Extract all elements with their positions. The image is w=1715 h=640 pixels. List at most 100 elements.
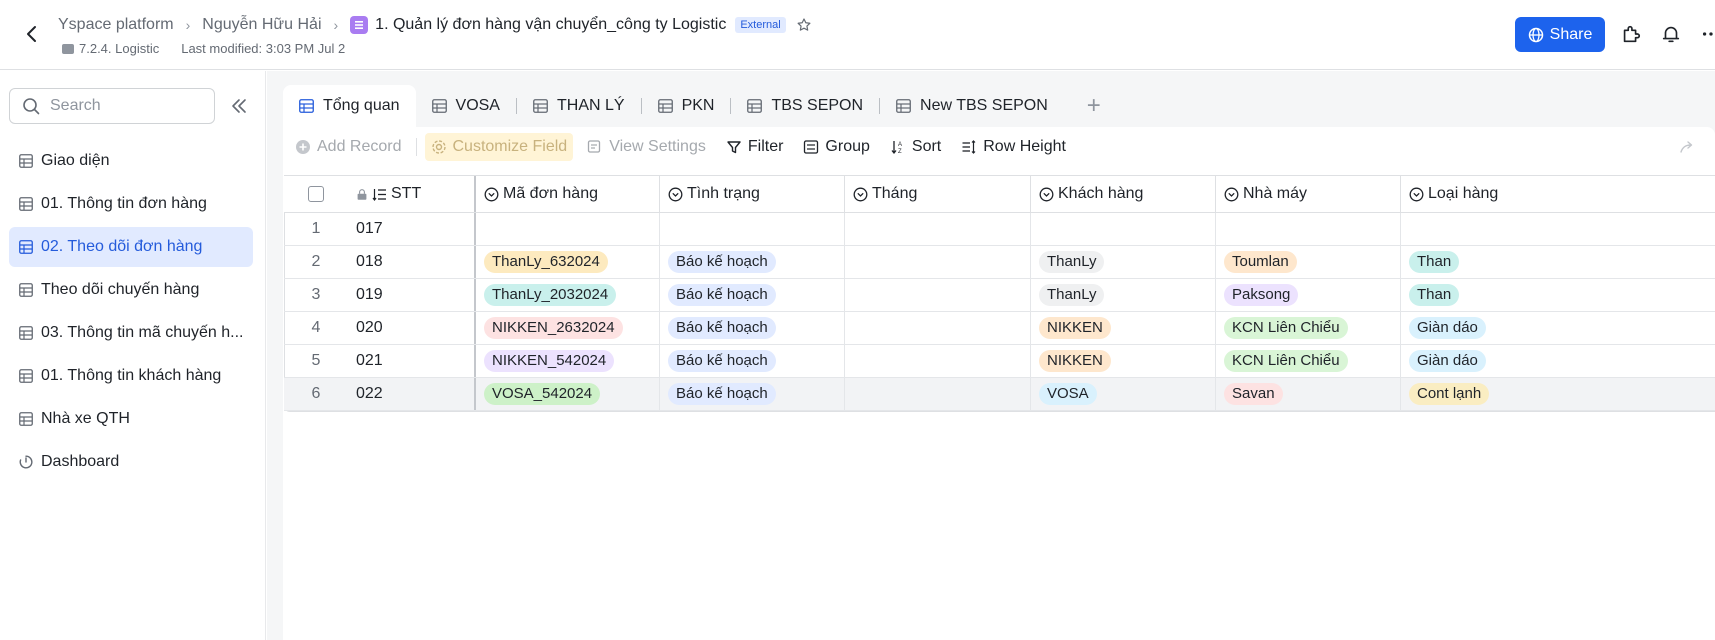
cell-cargo-type[interactable]: Than — [1400, 279, 1715, 311]
sort-button[interactable]: AZ Sort — [884, 133, 947, 161]
sidebar-item-theo-doi-chuyen-hang[interactable]: Theo dõi chuyến hàng — [9, 270, 253, 310]
sidebar-item-dashboard[interactable]: Dashboard — [9, 442, 253, 482]
sidebar-item-thong-tin-khach-hang[interactable]: 01. Thông tin khách hàng — [9, 356, 253, 396]
cell-month[interactable] — [844, 345, 1030, 377]
add-record-button[interactable]: Add Record — [289, 133, 408, 161]
cell-factory[interactable]: KCN Liên Chiểu — [1215, 345, 1400, 377]
cell-stt[interactable]: 022 — [348, 378, 535, 410]
cell-customer[interactable]: NIKKEN — [1030, 345, 1215, 377]
tab-tbs-sepon[interactable]: TBS SEPON — [731, 85, 879, 127]
search-input[interactable]: Search — [9, 88, 215, 124]
cell-month[interactable] — [844, 312, 1030, 344]
column-header-nha-may[interactable]: Nhà máy — [1215, 176, 1400, 212]
cell-customer[interactable]: ThanLy — [1030, 279, 1215, 311]
sidebar-item-nha-xe-qth[interactable]: Nhà xe QTH — [9, 399, 253, 439]
tab-new-tbs-sepon[interactable]: New TBS SEPON — [880, 85, 1064, 127]
chevron-right-icon: › — [333, 17, 339, 33]
cell-status[interactable]: Báo kế hoạch — [659, 279, 844, 311]
cell-month[interactable] — [844, 213, 1030, 245]
cell-customer[interactable]: NIKKEN — [1030, 312, 1215, 344]
table-row[interactable]: 1 017 — [284, 213, 1715, 246]
cell-order-code[interactable]: ThanLy_2032024 — [474, 279, 659, 311]
tab-pkn[interactable]: PKN — [642, 85, 731, 127]
sidebar-item-thong-tin-ma-chuyen[interactable]: 03. Thông tin mã chuyến h... — [9, 313, 253, 353]
share-button[interactable]: Share — [1515, 17, 1605, 52]
breadcrumb-user[interactable]: Nguyễn Hữu Hải — [202, 16, 321, 34]
share-view-icon[interactable] — [1679, 139, 1695, 155]
cell-order-code[interactable]: ThanLy_632024 — [474, 246, 659, 278]
cell-factory[interactable]: KCN Liên Chiểu — [1215, 312, 1400, 344]
cell-factory[interactable]: Toumlan — [1215, 246, 1400, 278]
plugin-icon[interactable] — [1620, 23, 1642, 45]
view-settings-button[interactable]: View Settings — [581, 133, 712, 161]
table-row[interactable]: 3 019 ThanLy_2032024 Báo kế hoạch ThanLy Paks… — [284, 279, 1715, 312]
column-header-thang[interactable]: Tháng — [844, 176, 1030, 212]
select-all-checkbox[interactable] — [308, 186, 324, 202]
cell-month[interactable] — [844, 279, 1030, 311]
column-header-ma-don-hang[interactable]: Mã đơn hàng — [474, 176, 659, 212]
group-label: Group — [825, 138, 870, 155]
cell-factory[interactable]: Paksong — [1215, 279, 1400, 311]
customize-field-button[interactable]: Customize Field — [424, 133, 574, 161]
cell-order-code[interactable] — [474, 213, 659, 245]
breadcrumb-yspace[interactable]: Yspace platform — [58, 16, 174, 34]
back-arrow-icon[interactable] — [20, 22, 44, 46]
cell-order-code[interactable]: VOSA_542024 — [474, 378, 659, 410]
bell-icon[interactable] — [1660, 23, 1682, 45]
doc-title[interactable]: 1. Quản lý đơn hàng vận chuyển_công ty L… — [375, 16, 726, 34]
cell-customer[interactable] — [1030, 213, 1215, 245]
search-placeholder: Search — [50, 97, 101, 114]
grid-view-icon — [299, 99, 314, 113]
cell-status[interactable]: Báo kế hoạch — [659, 312, 844, 344]
tab-than-ly[interactable]: THAN LÝ — [517, 85, 641, 127]
cell-stt[interactable]: 019 — [348, 279, 474, 311]
cell-stt[interactable]: 017 — [348, 213, 474, 245]
table-row[interactable]: 6 022 VOSA_542024 Báo kế hoạch VOSA Savan Cont… — [284, 378, 1715, 411]
sidebar-item-giao-dien[interactable]: Giao diện — [9, 141, 253, 181]
star-icon[interactable] — [796, 17, 812, 33]
folder-name[interactable]: 7.2.4. Logistic — [79, 41, 159, 56]
column-header-stt[interactable]: STT — [348, 176, 474, 212]
sidebar: Search Giao diện 01. Thông tin đơn hàng … — [0, 71, 266, 640]
group-button[interactable]: Group — [797, 133, 875, 161]
cell-status[interactable]: Báo kế hoạch — [659, 246, 844, 278]
cell-stt[interactable]: 018 — [348, 246, 474, 278]
cell-order-code[interactable]: NIKKEN_2632024 — [474, 312, 659, 344]
cell-text: 018 — [356, 253, 383, 270]
column-header-tinh-trang[interactable]: Tình trạng — [659, 176, 844, 212]
column-header-khach-hang[interactable]: Khách hàng — [1030, 176, 1215, 212]
table-row[interactable]: 5 021 NIKKEN_542024 Báo kế hoạch NIKKEN KCN L… — [284, 345, 1715, 378]
table-panel: Add Record Customize Field View Settings… — [283, 127, 1715, 640]
add-view-icon[interactable]: + — [1074, 85, 1114, 127]
cell-status[interactable] — [659, 213, 844, 245]
table-row[interactable]: 2 018 ThanLy_632024 Báo kế hoạch ThanLy Touml… — [284, 246, 1715, 279]
sidebar-item-thong-tin-don-hang[interactable]: 01. Thông tin đơn hàng — [9, 184, 253, 224]
cell-stt[interactable]: 021 — [348, 345, 474, 377]
cell-customer[interactable]: ThanLy — [1030, 246, 1215, 278]
cell-status[interactable]: Báo kế hoạch — [659, 345, 844, 377]
cell-month[interactable] — [844, 378, 1030, 410]
cell-month[interactable] — [844, 246, 1030, 278]
cell-order-code[interactable]: NIKKEN_542024 — [474, 345, 659, 377]
cell-cargo-type[interactable]: Giàn dáo — [1400, 312, 1715, 344]
cell-stt[interactable]: 020 — [348, 312, 474, 344]
cell-cargo-type[interactable]: Giàn dáo — [1400, 345, 1715, 377]
tab-tong-quan[interactable]: Tổng quan — [283, 85, 416, 127]
cell-status[interactable]: Báo kế hoạch — [659, 378, 844, 410]
filter-button[interactable]: Filter — [720, 133, 790, 161]
row-height-button[interactable]: Row Height — [955, 133, 1072, 161]
data-grid: STT Mã đơn hàng Tình trạng Tháng Khách h… — [284, 175, 1715, 412]
collapse-sidebar-icon[interactable] — [229, 96, 249, 116]
cell-cargo-type[interactable]: Than — [1400, 246, 1715, 278]
table-icon — [19, 154, 33, 168]
cell-factory[interactable]: Savan — [1215, 378, 1400, 410]
cell-factory[interactable] — [1215, 213, 1400, 245]
cell-cargo-type[interactable] — [1400, 213, 1715, 245]
cell-customer[interactable]: VOSA — [1030, 378, 1215, 410]
more-icon[interactable] — [1700, 23, 1715, 45]
cell-cargo-type[interactable]: Cont lạnh — [1400, 378, 1715, 410]
tab-vosa[interactable]: VOSA — [416, 85, 516, 127]
column-header-loai-hang[interactable]: Loại hàng — [1400, 176, 1715, 212]
sidebar-item-theo-doi-don-hang[interactable]: 02. Theo dõi đơn hàng — [9, 227, 253, 267]
table-row[interactable]: 4 020 NIKKEN_2632024 Báo kế hoạch NIKKEN KCN … — [284, 312, 1715, 345]
